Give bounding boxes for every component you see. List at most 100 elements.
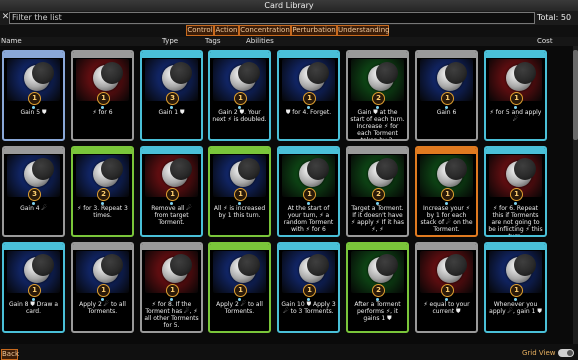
card-ability-text: Whenever you apply ☄, gain 1 ⛊: [489, 301, 542, 315]
crescent-moon-icon: [437, 161, 463, 187]
card-tile[interactable]: 1 Whenever you apply ☄, gain 1 ⛊: [484, 242, 547, 333]
column-type[interactable]: Type: [162, 37, 178, 46]
card-ability-text: All ⚡ is increased by 1 this turn.: [213, 205, 266, 219]
card-tile[interactable]: 1 ⛊ for 4. Forget.: [277, 50, 340, 141]
tag-concentration-button[interactable]: Concentration: [239, 25, 291, 36]
card-tile[interactable]: 2 Target a Torment. If it doesn't have ⚡ …: [346, 146, 409, 237]
card-tile[interactable]: 1 Gain 6: [415, 50, 478, 141]
back-button[interactable]: Back: [1, 349, 19, 360]
card-ability-text: Gain 8 ⛊ Draw a card.: [8, 301, 59, 315]
card-ability-text: Remove all ☄ from target Torment.: [151, 205, 192, 226]
card-cost-badge: 3: [166, 92, 179, 105]
column-cost[interactable]: Cost: [537, 37, 553, 46]
tag-filter-row: Control Action Concentration Perturbatio…: [0, 25, 578, 36]
grid-view-toggle[interactable]: [558, 349, 574, 357]
card-ability-text: Gain 2 ⛊. Your next ⚡ is doubled.: [212, 109, 267, 123]
card-rarity-banner: [73, 52, 132, 58]
grid-scrollbar-thumb[interactable]: [573, 50, 578, 140]
card-tile[interactable]: 1 Gain 5 ⛊: [2, 50, 65, 141]
card-ability-text: Gain 4 ☄: [20, 205, 47, 212]
card-tile[interactable]: 2 Gain ⛊ at the start of each turn. Incre…: [346, 50, 409, 141]
card-rarity-banner: [4, 52, 63, 58]
card-cost-badge: 1: [441, 188, 454, 201]
crescent-moon-icon: [437, 257, 463, 283]
card-tile[interactable]: 1 Gain 10 ⛊ Apply 3 ☄ to 3 Torments.: [277, 242, 340, 333]
filter-input[interactable]: Filter the list: [9, 12, 535, 24]
card-cost-badge: 1: [234, 188, 247, 201]
card-rarity-banner: [417, 52, 476, 58]
card-rarity-banner: [210, 52, 269, 58]
card-tile[interactable]: 2 After a Torment performs ⚡, it gains 1 …: [346, 242, 409, 333]
card-tile[interactable]: 1 ⚡ equal to your current ⛊: [415, 242, 478, 333]
card-tile[interactable]: 1 At the start of your turn, ⚡ a random T…: [277, 146, 340, 237]
card-tile[interactable]: 2 ⚡ for 3. Repeat 3 times.: [71, 146, 134, 237]
card-tile[interactable]: 3 Gain 4 ☄: [2, 146, 65, 237]
card-ability-text: ⚡ for 8. If the Torment has ☄, ⚡ all oth…: [144, 301, 199, 329]
grid-scrollbar[interactable]: [573, 46, 578, 344]
crescent-moon-icon: [299, 161, 325, 187]
tag-understanding-button[interactable]: Understanding: [337, 25, 390, 36]
column-header-row: Name Type Tags Abilities Cost: [0, 37, 578, 46]
crescent-moon-icon: [162, 257, 188, 283]
card-cost-badge: 2: [372, 92, 385, 105]
card-tile[interactable]: 1 Gain 8 ⛊ Draw a card.: [2, 242, 65, 333]
card-ability-text: Gain 6: [436, 109, 457, 116]
card-rarity-banner: [210, 244, 269, 250]
card-tile[interactable]: 1 Increase your ⚡ by 1 for each stack of …: [415, 146, 478, 237]
card-rarity-banner: [417, 244, 476, 250]
card-ability-text: ⚡ for 3. Repeat 3 times.: [77, 205, 128, 219]
card-ability-text: Gain 10 ⛊ Apply 3 ☄ to 3 Torments.: [281, 301, 336, 315]
card-tile[interactable]: 1 ⚡ for 6: [71, 50, 134, 141]
card-tile[interactable]: 1 ⚡ for 6. Repeat this if Torments are no…: [484, 146, 547, 237]
card-cost-badge: 1: [303, 284, 316, 297]
card-cost-badge: 1: [441, 284, 454, 297]
card-ability-text: ⚡ for 6. Repeat this if Torments are not…: [488, 205, 543, 237]
card-rarity-banner: [142, 244, 201, 250]
card-tile[interactable]: 1 Remove all ☄ from target Torment.: [140, 146, 203, 237]
card-cost-badge: 2: [372, 284, 385, 297]
card-grid: 1 Gain 5 ⛊ 1 ⚡ for 6 3 Gain 1 ⛊ 1 Gain 2 ⛊. You…: [0, 46, 573, 344]
column-name[interactable]: Name: [1, 37, 22, 46]
crescent-moon-icon: [24, 65, 50, 91]
total-count: Total: 50: [537, 13, 572, 22]
card-cost-badge: 1: [510, 284, 523, 297]
card-ability-text: ⚡ for 5 and apply ☄: [489, 109, 542, 123]
card-cost-badge: 1: [28, 284, 41, 297]
card-cost-badge: 1: [510, 188, 523, 201]
column-abilities[interactable]: Abilities: [246, 37, 274, 46]
bottom-bar: Back Grid View: [0, 344, 578, 360]
card-tile[interactable]: 1 Apply 2 ☄ to all Torments.: [71, 242, 134, 333]
card-rarity-banner: [348, 244, 407, 250]
filter-row: ✕ Filter the list Total: 50: [0, 11, 578, 25]
card-cost-badge: 1: [303, 92, 316, 105]
card-tile[interactable]: 1 All ⚡ is increased by 1 this turn.: [208, 146, 271, 237]
card-cost-badge: 2: [372, 188, 385, 201]
card-ability-text: Gain 5 ⛊: [20, 109, 47, 116]
card-rarity-banner: [279, 244, 338, 250]
tag-perturbation-button[interactable]: Perturbation: [291, 25, 337, 36]
card-tile[interactable]: 1 Apply 2 ☄ to all Torments.: [208, 242, 271, 333]
card-tile[interactable]: 3 Gain 1 ⛊: [140, 50, 203, 141]
card-rarity-banner: [348, 52, 407, 58]
card-cost-badge: 1: [97, 92, 110, 105]
card-cost-badge: 1: [510, 92, 523, 105]
crescent-moon-icon: [93, 65, 119, 91]
card-cost-badge: 1: [97, 284, 110, 297]
crescent-moon-icon: [230, 161, 256, 187]
card-tile[interactable]: 1 ⚡ for 8. If the Torment has ☄, ⚡ all ot…: [140, 242, 203, 333]
tag-action-button[interactable]: Action: [214, 25, 239, 36]
card-ability-text: Increase your ⚡ by 1 for each stack of ☄…: [420, 205, 473, 233]
card-rarity-banner: [4, 148, 63, 154]
card-rarity-banner: [486, 244, 545, 250]
crescent-moon-icon: [93, 161, 119, 187]
card-cost-badge: 1: [234, 92, 247, 105]
card-tile[interactable]: 1 ⚡ for 5 and apply ☄: [484, 50, 547, 141]
card-cost-badge: 2: [97, 188, 110, 201]
card-rarity-banner: [73, 148, 132, 154]
column-tags[interactable]: Tags: [205, 37, 221, 46]
card-ability-text: At the start of your turn, ⚡ a random To…: [283, 205, 334, 233]
tag-control-button[interactable]: Control: [186, 25, 214, 36]
card-tile[interactable]: 1 Gain 2 ⛊. Your next ⚡ is doubled.: [208, 50, 271, 141]
card-cost-badge: 1: [166, 284, 179, 297]
card-ability-text: Apply 2 ☄ to all Torments.: [79, 301, 126, 315]
